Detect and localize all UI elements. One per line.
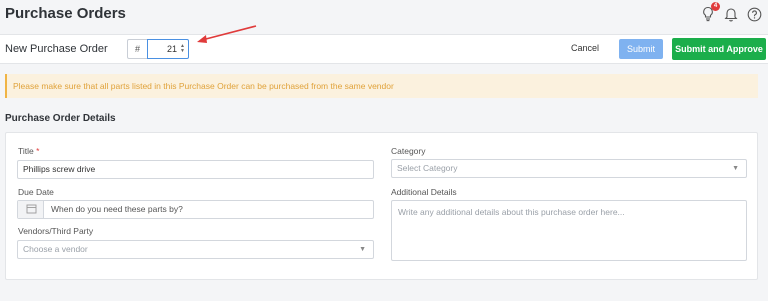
po-number-prefix: #: [127, 39, 147, 59]
due-date-placeholder: When do you need these parts by?: [51, 204, 183, 214]
lightbulb-icon[interactable]: 4: [701, 2, 720, 22]
page-title: Purchase Orders: [5, 5, 126, 22]
top-icons: 4: [701, 2, 762, 22]
purchase-order-header: New Purchase Order # 21 ▲ ▼ Cancel Submit…: [0, 34, 768, 64]
calendar-icon[interactable]: [18, 201, 44, 218]
category-placeholder: Select Category: [397, 163, 458, 173]
chevron-down-icon: ▼: [732, 165, 739, 172]
po-number-group: # 21 ▲ ▼: [127, 39, 189, 59]
cancel-button[interactable]: Cancel: [571, 43, 599, 53]
vendor-label: Vendors/Third Party: [18, 226, 94, 236]
alert-text: Please make sure that all parts listed i…: [13, 81, 394, 91]
title-label: Title *: [18, 146, 39, 156]
vendor-placeholder: Choose a vendor: [23, 244, 88, 254]
additional-details-placeholder: Write any additional details about this …: [398, 207, 625, 217]
submit-and-approve-button[interactable]: Submit and Approve: [672, 38, 766, 60]
additional-details-textarea[interactable]: Write any additional details about this …: [391, 200, 747, 261]
vendor-select[interactable]: Choose a vendor ▼: [17, 240, 374, 259]
title-input[interactable]: Phillips screw drive: [17, 160, 374, 179]
top-bar: Purchase Orders 4: [0, 0, 768, 28]
vendor-warning-alert: Please make sure that all parts listed i…: [5, 74, 758, 98]
po-title: New Purchase Order: [5, 43, 108, 55]
chevron-down-icon: ▼: [359, 246, 366, 253]
number-stepper-icon[interactable]: ▲ ▼: [180, 44, 185, 54]
additional-details-label: Additional Details: [391, 187, 457, 197]
po-number-input[interactable]: 21 ▲ ▼: [147, 39, 189, 59]
submit-button[interactable]: Submit: [619, 39, 663, 59]
due-date-input[interactable]: When do you need these parts by?: [17, 200, 374, 219]
title-label-text: Title: [18, 146, 34, 156]
category-select[interactable]: Select Category ▼: [391, 159, 747, 178]
help-icon[interactable]: [747, 7, 762, 22]
details-panel: Title * Phillips screw drive Category Se…: [5, 132, 758, 280]
po-number-value: 21: [166, 44, 177, 54]
category-label: Category: [391, 146, 426, 156]
due-date-label: Due Date: [18, 187, 54, 197]
annotation-arrow-icon: [197, 25, 257, 43]
bell-icon[interactable]: [724, 6, 738, 22]
title-value: Phillips screw drive: [23, 164, 96, 174]
required-mark: *: [36, 146, 40, 156]
section-title: Purchase Order Details: [5, 113, 116, 124]
notification-badge: 4: [711, 2, 720, 11]
